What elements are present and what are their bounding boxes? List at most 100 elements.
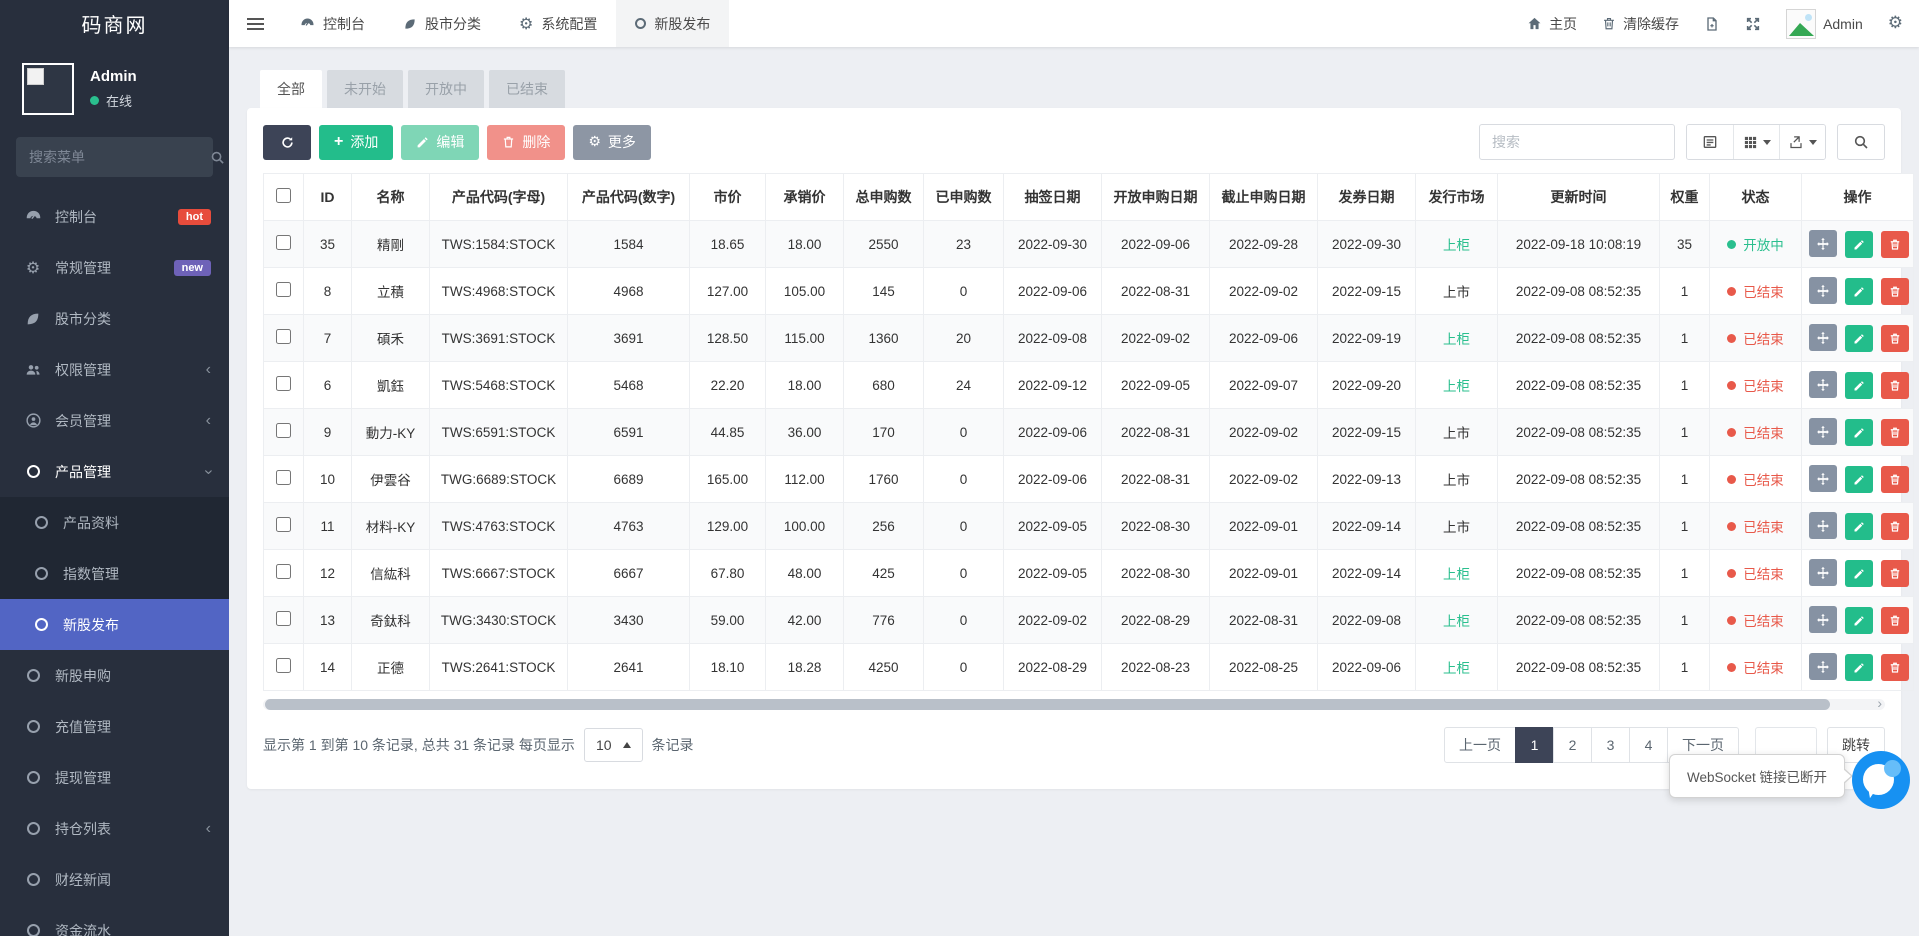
row-delete-button[interactable] [1881,278,1909,305]
row-move-button[interactable] [1809,230,1837,257]
sidebar-item-dashboard[interactable]: 控制台 hot [0,191,229,242]
more-button[interactable]: ⚙ 更多 [573,125,651,160]
market-link[interactable]: 上市 [1443,285,1470,300]
row-move-button[interactable] [1809,324,1837,351]
sidebar-item-recharge[interactable]: 充值管理 [0,701,229,752]
row-checkbox[interactable] [276,329,291,344]
sidebar-toggle-button[interactable] [229,0,281,47]
row-move-button[interactable] [1809,371,1837,398]
row-delete-button[interactable] [1881,419,1909,446]
row-move-button[interactable] [1809,606,1837,633]
market-link[interactable]: 上市 [1443,473,1470,488]
row-checkbox[interactable] [276,517,291,532]
page-button-3[interactable]: 3 [1591,727,1630,763]
horizontal-scrollbar[interactable]: ‹ › [263,699,1885,710]
row-checkbox[interactable] [276,470,291,485]
row-edit-button[interactable] [1845,513,1873,540]
row-checkbox[interactable] [276,564,291,579]
sidebar-item-fund-flow[interactable]: 资金流水 [0,905,229,936]
row-move-button[interactable] [1809,512,1837,539]
row-move-button[interactable] [1809,277,1837,304]
market-link[interactable]: 上柜 [1443,614,1470,629]
columns-button[interactable] [1733,125,1779,159]
row-delete-button[interactable] [1881,560,1909,587]
export-button[interactable] [1779,125,1825,159]
row-move-button[interactable] [1809,418,1837,445]
page-button-2[interactable]: 2 [1553,727,1592,763]
sidebar-item-products[interactable]: 产品管理 ‹ [0,446,229,497]
sidebar-item-finance-news[interactable]: 财经新闻 [0,854,229,905]
sidebar-item-general[interactable]: ⚙ 常规管理 new [0,242,229,293]
tab-ended[interactable]: 已结束 [489,70,565,108]
add-button[interactable]: + 添加 [319,125,393,160]
navtab-ipo-publish[interactable]: 新股发布 [616,0,729,47]
row-edit-button[interactable] [1845,231,1873,258]
table-search-input[interactable] [1479,124,1675,160]
row-checkbox[interactable] [276,423,291,438]
sidebar-search-input[interactable] [29,149,210,165]
row-move-button[interactable] [1809,559,1837,586]
session-file-icon[interactable] [1704,16,1720,32]
row-edit-button[interactable] [1845,325,1873,352]
row-move-button[interactable] [1809,653,1837,680]
sidebar-item-permissions[interactable]: 权限管理 ‹ [0,344,229,395]
row-delete-button[interactable] [1881,466,1909,493]
home-link[interactable]: 主页 [1527,14,1577,34]
row-edit-button[interactable] [1845,560,1873,587]
row-edit-button[interactable] [1845,278,1873,305]
navtab-market-category[interactable]: 股市分类 [384,0,500,47]
sidebar-item-index-management[interactable]: 指数管理 [0,548,229,599]
refresh-button[interactable] [263,125,311,160]
row-delete-button[interactable] [1881,654,1909,681]
sidebar-item-withdraw[interactable]: 提现管理 [0,752,229,803]
tab-all[interactable]: 全部 [260,70,322,108]
sidebar-item-market-category[interactable]: 股市分类 [0,293,229,344]
page-button-4[interactable]: 4 [1629,727,1668,763]
row-delete-button[interactable] [1881,372,1909,399]
row-delete-button[interactable] [1881,607,1909,634]
scrollbar-thumb[interactable] [265,699,1830,710]
sidebar-item-ipo-publish[interactable]: 新股发布 [0,599,229,650]
row-checkbox[interactable] [276,376,291,391]
delete-button[interactable]: 删除 [487,125,565,160]
detail-view-button[interactable] [1687,125,1733,159]
tab-not-started[interactable]: 未开始 [327,70,403,108]
row-move-button[interactable] [1809,465,1837,492]
row-delete-button[interactable] [1881,231,1909,258]
row-checkbox[interactable] [276,658,291,673]
market-link[interactable]: 上市 [1443,520,1470,535]
sidebar-item-ipo-subscribe[interactable]: 新股申购 [0,650,229,701]
search-button[interactable] [1837,124,1885,160]
brand-logo[interactable]: 码商网 [0,0,229,47]
sidebar-item-members[interactable]: 会员管理 ‹ [0,395,229,446]
page-button-1[interactable]: 1 [1515,727,1554,763]
row-checkbox[interactable] [276,611,291,626]
row-edit-button[interactable] [1845,466,1873,493]
row-checkbox[interactable] [276,235,291,250]
market-link[interactable]: 上柜 [1443,379,1470,394]
market-link[interactable]: 上柜 [1443,238,1470,253]
row-edit-button[interactable] [1845,372,1873,399]
chat-widget-button[interactable] [1852,751,1910,809]
select-all-checkbox[interactable] [276,188,291,203]
row-checkbox[interactable] [276,282,291,297]
settings-gear-icon[interactable]: ⚙ [1888,15,1903,32]
market-link[interactable]: 上柜 [1443,567,1470,582]
user-menu[interactable]: Admin [1786,9,1863,39]
sidebar-item-positions[interactable]: 持仓列表 ‹ [0,803,229,854]
market-link[interactable]: 上柜 [1443,332,1470,347]
navtab-system-config[interactable]: ⚙ 系统配置 [500,0,616,47]
edit-button[interactable]: 编辑 [401,125,479,160]
row-delete-button[interactable] [1881,513,1909,540]
market-link[interactable]: 上市 [1443,426,1470,441]
tab-open[interactable]: 开放中 [408,70,484,108]
prev-page-button[interactable]: 上一页 [1444,727,1516,763]
row-edit-button[interactable] [1845,607,1873,634]
page-size-select[interactable]: 10 [584,728,643,762]
fullscreen-icon[interactable] [1745,16,1761,32]
market-link[interactable]: 上柜 [1443,661,1470,676]
row-edit-button[interactable] [1845,419,1873,446]
navtab-dashboard[interactable]: 控制台 [281,0,384,47]
clear-cache-link[interactable]: 清除缓存 [1602,14,1679,34]
row-delete-button[interactable] [1881,325,1909,352]
